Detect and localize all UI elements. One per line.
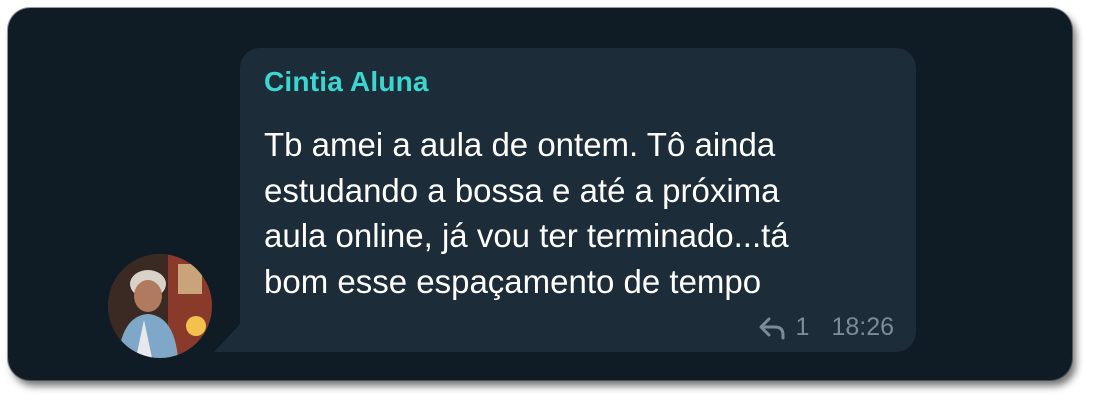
bubble-tail	[214, 322, 242, 352]
reply-count[interactable]: 1	[796, 313, 810, 342]
message-bubble[interactable]: Cintia Aluna Tb amei a aula de ontem. Tô…	[240, 48, 916, 352]
sender-avatar[interactable]	[108, 254, 212, 358]
chat-window: Cintia Aluna Tb amei a aula de ontem. Tô…	[8, 8, 1072, 380]
reply-arrow-icon[interactable]	[758, 316, 786, 340]
message-time: 18:26	[831, 313, 894, 341]
avatar-photo	[108, 254, 212, 358]
message-text: Tb amei a aula de ontem. Tô ainda estuda…	[264, 126, 789, 300]
sender-name[interactable]: Cintia Aluna	[264, 66, 429, 98]
message-meta: 1 18:26	[758, 313, 894, 342]
